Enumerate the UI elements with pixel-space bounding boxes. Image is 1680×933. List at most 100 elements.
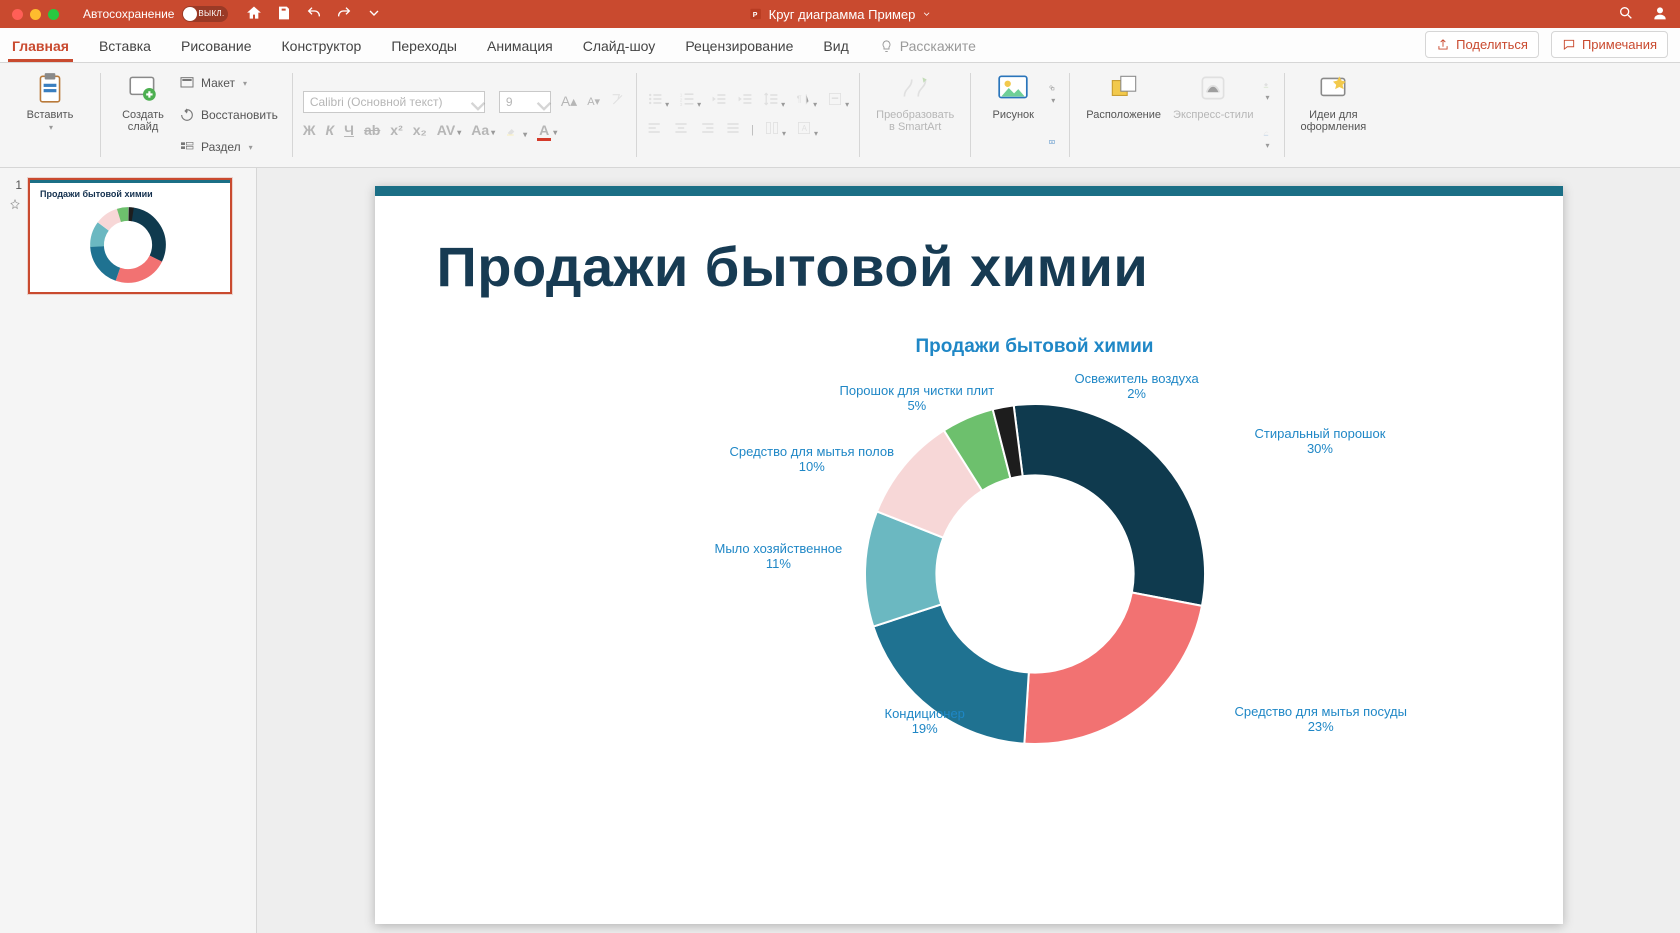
layout-icon: [179, 75, 195, 91]
group-slides: Создать слайд Макет▾ Восстановить Раздел…: [101, 67, 292, 163]
line-spacing-icon[interactable]: ▾: [763, 91, 785, 110]
reset-label: Восстановить: [201, 108, 278, 122]
design-ideas-button[interactable]: Идеи для оформления: [1295, 67, 1373, 163]
shapes-icon[interactable]: ▾: [1049, 82, 1055, 106]
comments-label: Примечания: [1582, 37, 1657, 52]
slides-tools: Макет▾ Восстановить Раздел▾: [175, 67, 282, 163]
ribbon-tab-strip: Главная Вставка Рисование Конструктор Пе…: [0, 28, 1680, 63]
qat-more-icon[interactable]: [366, 5, 382, 24]
indent-icon[interactable]: [737, 91, 753, 110]
arrange-button[interactable]: Расположение: [1080, 67, 1167, 163]
toggle-knob: [183, 7, 197, 21]
picture-button[interactable]: Рисунок: [981, 67, 1045, 163]
text-box-align-icon[interactable]: A▾: [796, 120, 818, 139]
tab-draw[interactable]: Рисование: [177, 32, 256, 62]
section-button[interactable]: Раздел▾: [179, 139, 278, 155]
subscript-icon[interactable]: x₂: [413, 122, 427, 138]
svg-text:A: A: [802, 124, 808, 133]
shape-outline-icon[interactable]: ▾: [1263, 127, 1269, 151]
chart-data-label: Освежитель воздуха2%: [1075, 371, 1199, 401]
char-spacing-icon[interactable]: AV▾: [437, 122, 461, 138]
chart-title: Продажи бытовой химии: [675, 336, 1395, 358]
strike-icon[interactable]: ab: [364, 122, 380, 138]
justify-icon[interactable]: [725, 120, 741, 139]
group-font: Calibri (Основной текст) 9 A▴ A▾ Ж К Ч a…: [293, 67, 636, 163]
minimize-window-button[interactable]: [30, 9, 41, 20]
outdent-icon[interactable]: [711, 91, 727, 110]
save-icon[interactable]: [276, 5, 292, 24]
new-slide-button[interactable]: Создать слайд: [111, 67, 175, 163]
font-size-select[interactable]: 9: [499, 91, 551, 113]
slide[interactable]: Продажи бытовой химии Продажи бытовой хи…: [375, 186, 1563, 924]
slide-canvas-area[interactable]: Продажи бытовой химии Продажи бытовой хи…: [257, 168, 1680, 933]
bullets-icon[interactable]: ▾: [647, 91, 669, 110]
svg-text:A: A: [1051, 140, 1053, 144]
tab-insert[interactable]: Вставка: [95, 32, 155, 62]
transition-indicator-icon: [8, 198, 22, 212]
bold-icon[interactable]: Ж: [303, 122, 316, 138]
home-icon[interactable]: [246, 5, 262, 24]
align-right-icon[interactable]: [699, 120, 715, 139]
tab-animations[interactable]: Анимация: [483, 32, 557, 62]
reset-button[interactable]: Восстановить: [179, 107, 278, 123]
superscript-icon[interactable]: x²: [390, 122, 402, 138]
maximize-window-button[interactable]: [48, 9, 59, 20]
tab-home[interactable]: Главная: [8, 32, 73, 62]
convert-smartart-button[interactable]: Преобразовать в SmartArt: [870, 67, 960, 163]
clear-format-icon[interactable]: [610, 92, 626, 111]
slide-title[interactable]: Продажи бытовой химии: [437, 234, 1563, 299]
redo-icon[interactable]: [336, 5, 352, 24]
slide-number: 1: [8, 178, 22, 192]
increase-font-icon[interactable]: A▴: [561, 93, 577, 110]
group-design-ideas: Идеи для оформления: [1285, 67, 1383, 163]
tell-me-label: Расскажите: [900, 38, 976, 54]
shape-fill-icon[interactable]: ▾: [1263, 79, 1269, 103]
paste-button[interactable]: Вставить ▾: [18, 67, 82, 163]
reset-icon: [179, 107, 195, 123]
chevron-down-icon: ▾: [49, 123, 53, 132]
tab-view[interactable]: Вид: [819, 32, 852, 62]
quick-styles-button[interactable]: Экспресс-стили: [1167, 67, 1259, 163]
chart-data-label: Средство для мытья полов10%: [730, 444, 895, 474]
tell-me-search[interactable]: Расскажите: [875, 32, 980, 62]
align-left-icon[interactable]: [647, 120, 663, 139]
columns-icon[interactable]: ▾: [764, 120, 786, 139]
svg-text:¶: ¶: [797, 94, 802, 105]
text-direction-icon[interactable]: ¶▾: [795, 91, 817, 110]
chevron-down-icon[interactable]: [921, 9, 931, 19]
text-box-icon[interactable]: A: [1049, 136, 1055, 148]
underline-icon[interactable]: Ч: [344, 122, 354, 138]
autosave-toggle[interactable]: ВЫКЛ.: [182, 6, 228, 22]
document-title: P Круг диаграмма Пример: [749, 7, 932, 22]
slide-thumbnail-1[interactable]: Продажи бытовой химии: [28, 178, 232, 294]
clipboard-tools: [82, 67, 90, 163]
tab-slideshow[interactable]: Слайд-шоу: [579, 32, 660, 62]
share-button[interactable]: Поделиться: [1425, 31, 1539, 58]
font-color-icon[interactable]: A▾: [537, 122, 557, 138]
italic-icon[interactable]: К: [326, 122, 335, 138]
layout-button[interactable]: Макет▾: [179, 75, 278, 91]
undo-icon[interactable]: [306, 5, 322, 24]
slide-thumbnail-row: 1 Продажи бытовой химии: [8, 178, 248, 294]
font-name-select[interactable]: Calibri (Основной текст): [303, 91, 485, 113]
autosave-control: Автосохранение ВЫКЛ.: [83, 6, 228, 22]
group-paragraph: ▾ 123▾ ▾ ¶▾ ▾ | ▾ A▾: [637, 67, 859, 163]
tab-review[interactable]: Рецензирование: [681, 32, 797, 62]
share-label: Поделиться: [1456, 37, 1528, 52]
numbering-icon[interactable]: 123▾: [679, 91, 701, 110]
donut-chart[interactable]: Продажи бытовой химии Стиральный порошок…: [675, 336, 1395, 896]
comments-button[interactable]: Примечания: [1551, 31, 1668, 58]
highlight-icon[interactable]: ▾: [505, 121, 527, 140]
font-name-value: Calibri (Основной текст): [310, 95, 443, 109]
align-text-icon[interactable]: ▾: [827, 91, 849, 110]
search-icon[interactable]: [1618, 5, 1634, 24]
close-window-button[interactable]: [12, 9, 23, 20]
tab-design[interactable]: Конструктор: [278, 32, 366, 62]
decrease-font-icon[interactable]: A▾: [587, 95, 600, 108]
font-size-value: 9: [506, 95, 513, 109]
layout-label: Макет: [201, 76, 235, 90]
change-case-icon[interactable]: Aa▾: [471, 122, 495, 138]
align-center-icon[interactable]: [673, 120, 689, 139]
account-icon[interactable]: [1652, 5, 1668, 24]
tab-transitions[interactable]: Переходы: [387, 32, 461, 62]
